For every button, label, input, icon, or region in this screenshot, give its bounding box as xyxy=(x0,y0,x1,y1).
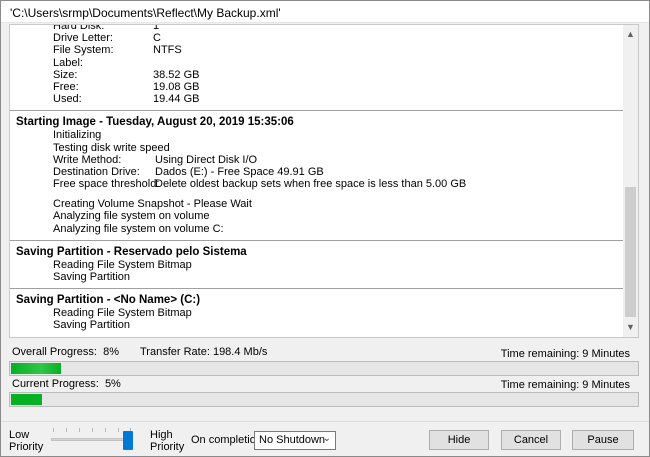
log-line: Testing disk write speed xyxy=(53,141,170,154)
overall-time-remaining: Time remaining: 9 Minutes xyxy=(500,348,630,360)
log-line: Reading File System Bitmap xyxy=(53,258,192,271)
priority-slider-track[interactable] xyxy=(51,438,133,441)
log-line: Analyzing file system on volume C: xyxy=(53,222,224,235)
disk-info-row: Size: 38.52 GB xyxy=(53,68,200,81)
section-title: Starting Image - Tuesday, August 20, 201… xyxy=(16,116,294,129)
high-priority-label: High Priority xyxy=(150,429,185,453)
current-progress-bar xyxy=(9,392,639,407)
on-completion-label: On completion xyxy=(191,434,262,446)
transfer-rate: Transfer Rate: 198.4 Mb/s xyxy=(140,346,268,358)
chevron-down-icon[interactable]: ▼ xyxy=(623,320,638,335)
disk-info-row: Hard Disk: 1 xyxy=(53,25,160,32)
disk-info-row: Used: 19.44 GB xyxy=(53,93,200,106)
on-completion-select[interactable]: No Shutdown ⌄ xyxy=(254,431,336,450)
priority-slider-thumb[interactable] xyxy=(123,431,133,450)
log-panel[interactable]: Hard Disk: 1 Drive Letter: C File System: N… xyxy=(9,24,639,338)
saving-partition-section: Saving Partition - Reservado pelo Sistem… xyxy=(10,241,624,290)
window-title: 'C:\Users\srmp\Documents\Reflect\My Back… xyxy=(1,1,649,23)
slider-ticks xyxy=(53,428,131,432)
low-priority-label: Low Priority xyxy=(9,429,44,453)
on-completion-value: No Shutdown xyxy=(259,434,326,446)
backup-progress-window: 'C:\Users\srmp\Documents\Reflect\My Back… xyxy=(0,0,650,457)
log-line: Reading File System Bitmap xyxy=(53,307,192,320)
log-line: Saving Partition xyxy=(53,271,131,283)
current-progress-fill xyxy=(11,394,43,405)
log-content: Hard Disk: 1 Drive Letter: C File System: N… xyxy=(10,25,624,337)
log-line: Analyzing file system on volume xyxy=(53,210,210,223)
overall-progress-bar xyxy=(9,361,639,376)
saving-partition-c-section: Saving Partition - <No Name> (C:) Readin… xyxy=(10,289,624,336)
chevron-up-icon[interactable]: ▲ xyxy=(623,27,638,42)
chevron-down-icon: ⌄ xyxy=(322,433,331,444)
log-line: Initializing xyxy=(53,129,102,142)
disk-info-row: File System: NTFS xyxy=(53,44,182,57)
current-progress-label: Current Progress: 5% xyxy=(12,378,121,390)
detail-row: Free space threshold: Delete oldest backu… xyxy=(53,178,467,191)
starting-image-section: Starting Image - Tuesday, August 20, 201… xyxy=(10,111,624,241)
section-title: Saving Partition - <No Name> (C:) xyxy=(16,294,201,307)
detail-row: Write Method: Using Direct Disk I/O xyxy=(53,153,258,166)
disk-info-section: Hard Disk: 1 Drive Letter: C File System: N… xyxy=(10,25,624,112)
detail-row: Destination Drive: Dados (E:) - Free Spac… xyxy=(53,165,324,178)
log-line: Saving Partition xyxy=(53,319,131,332)
hide-button[interactable]: Hide xyxy=(429,430,489,450)
section-title: Saving Partition - Reservado pelo Sistem… xyxy=(16,245,247,258)
overall-progress-percent: 8% xyxy=(103,346,120,358)
current-time-remaining: Time remaining: 9 Minutes xyxy=(500,379,630,391)
disk-info-row: Free: 19.08 GB xyxy=(53,80,200,93)
disk-info-row: Label: xyxy=(53,56,83,69)
disk-info-row: Drive Letter: C xyxy=(53,32,161,45)
log-line: Creating Volume Snapshot - Please Wait xyxy=(53,198,252,211)
overall-progress-fill xyxy=(11,363,62,374)
scrollbar-thumb[interactable] xyxy=(625,187,636,317)
overall-progress-label: Overall Progress: 8% xyxy=(12,346,120,358)
current-progress-percent: 5% xyxy=(104,378,121,390)
cancel-button[interactable]: Cancel xyxy=(501,430,561,450)
pause-button[interactable]: Pause xyxy=(572,430,634,450)
vertical-scrollbar[interactable]: ▲ ▼ xyxy=(623,25,638,337)
footer-divider xyxy=(1,421,649,422)
